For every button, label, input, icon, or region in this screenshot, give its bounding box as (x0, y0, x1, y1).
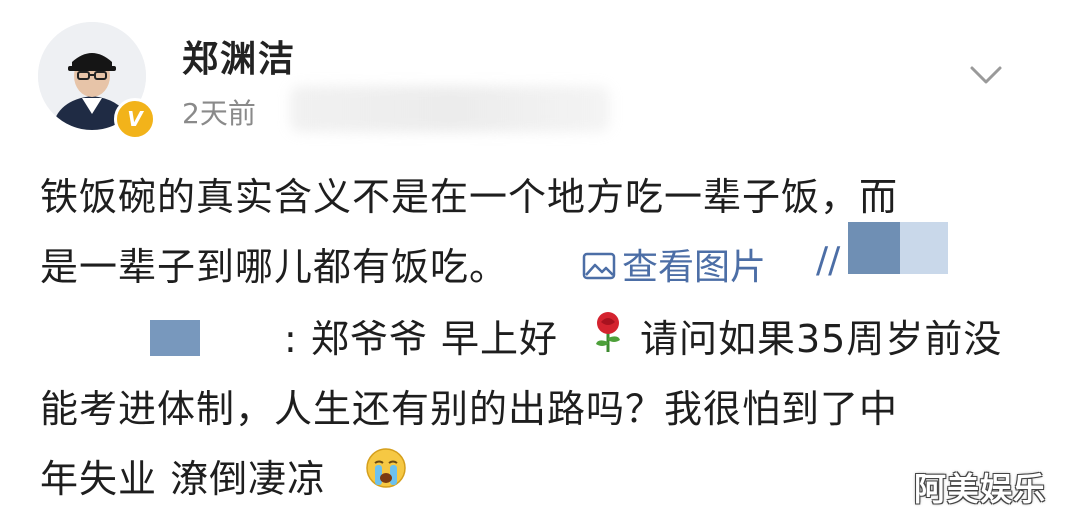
reply-line-1-b: 请问如果35周岁前没 (640, 317, 1003, 361)
mosaic-redaction (150, 320, 200, 356)
mosaic-redaction (848, 222, 900, 274)
post-time: 2天前 (182, 97, 256, 130)
view-picture-link[interactable]: 查看图片 (582, 238, 766, 290)
reply-line-1-a: : 郑爷爷 早上好 (284, 317, 558, 361)
watermark: 阿美娱乐 (914, 470, 1047, 508)
reply-line-3: 年失业 潦倒凄凉 (40, 457, 327, 501)
author-name[interactable]: 郑渊洁 (182, 30, 296, 82)
view-picture-label: 查看图片 (622, 247, 767, 288)
post-text-line-1: 铁饭碗的真实含义不是在一个地方吃一辈子饭，而 (40, 175, 899, 219)
blurred-source-text (290, 86, 610, 132)
picture-icon (582, 249, 616, 290)
crying-face-emoji-icon (366, 448, 406, 488)
chevron-down-icon[interactable] (966, 60, 1006, 90)
rose-emoji-icon (596, 312, 620, 352)
repost-separator: // (816, 240, 841, 281)
mosaic-redaction (900, 222, 948, 274)
post-text-line-2: 是一辈子到哪儿都有饭吃。 (40, 245, 509, 289)
verified-v-badge-icon: V (114, 98, 156, 140)
reply-line-2: 能考进体制，人生还有别的出路吗？我很怕到了中 (40, 387, 899, 431)
